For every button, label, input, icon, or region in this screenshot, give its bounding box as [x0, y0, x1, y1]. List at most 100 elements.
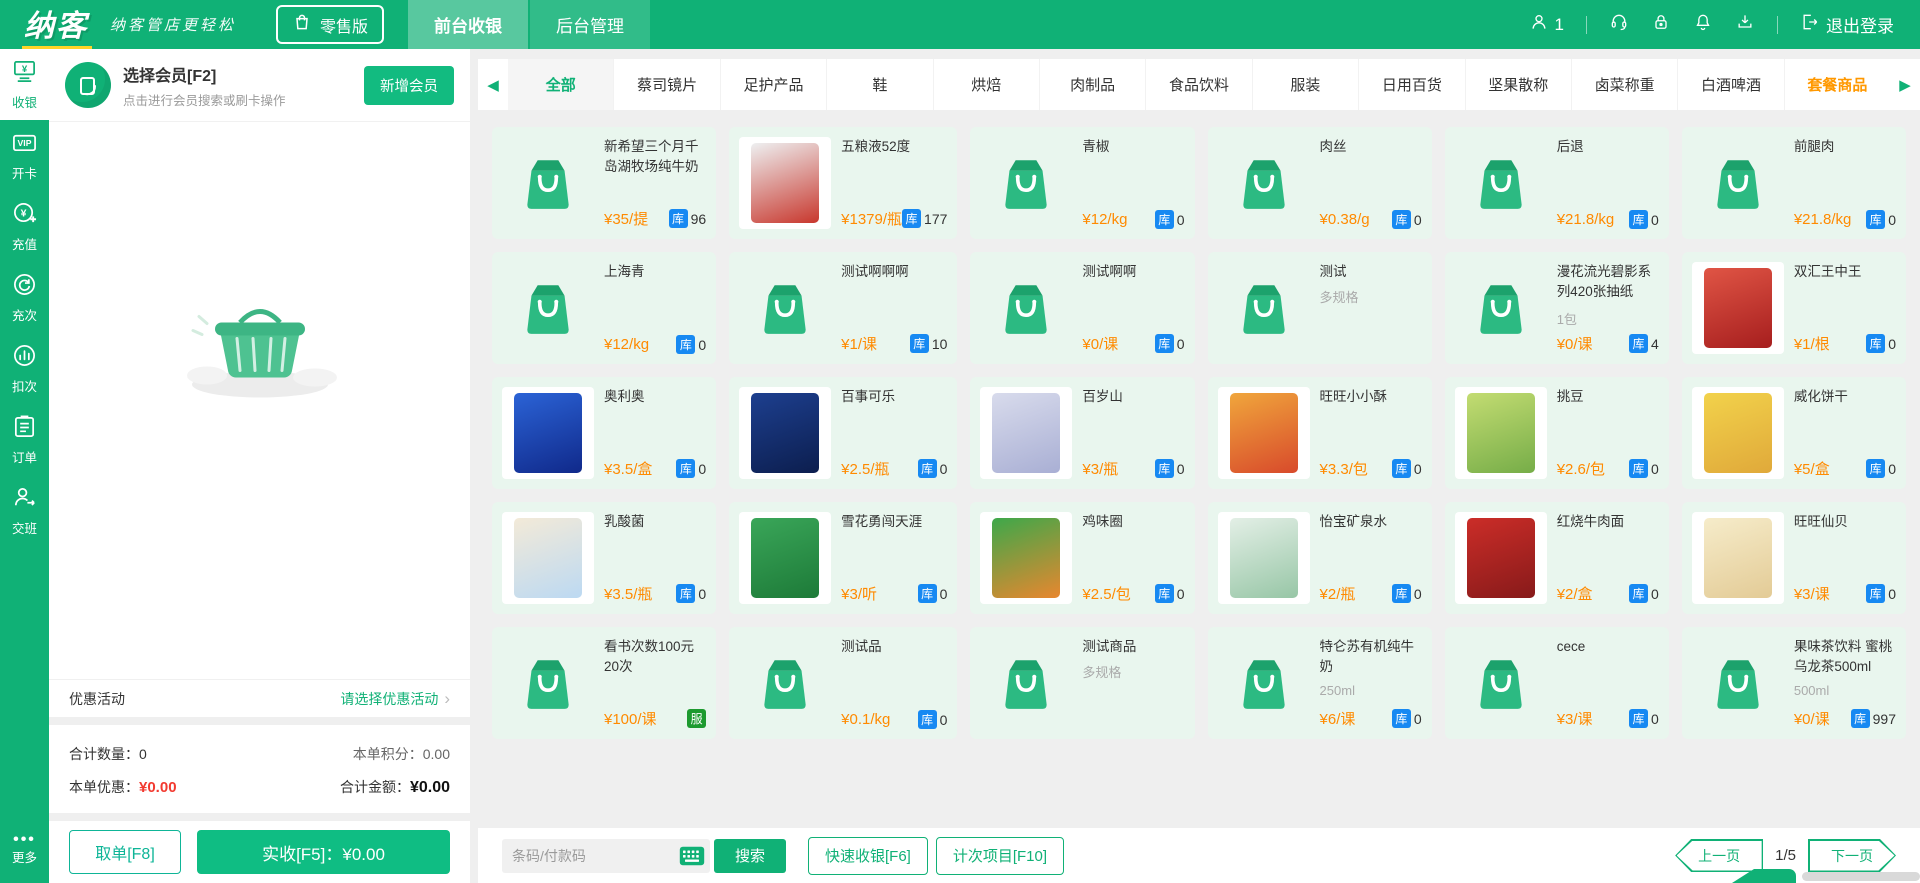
- category-tab[interactable]: 足护产品: [721, 59, 827, 110]
- category-tabs: 全部蔡司镜片足护产品鞋烘焙肉制品食品饮料服装日用百货坚果散称卤菜称重白酒啤酒套餐…: [508, 59, 1890, 110]
- category-tab[interactable]: 坚果散称: [1466, 59, 1572, 110]
- product-card[interactable]: 测试啊啊 ¥0/课 库 0: [970, 252, 1194, 364]
- product-image: [1455, 387, 1547, 479]
- sidebar-item-refill-times[interactable]: 充次: [0, 262, 49, 333]
- product-name: cece: [1557, 637, 1659, 657]
- category-tab[interactable]: 蔡司镜片: [614, 59, 720, 110]
- hold-order-button[interactable]: 取单[F8]: [69, 830, 181, 874]
- product-card[interactable]: 上海青 ¥12/kg 库 0: [492, 252, 716, 364]
- vip-card-icon: VIP: [12, 130, 37, 158]
- stock-badge-icon: 库: [1155, 459, 1174, 478]
- promo-select-link[interactable]: 请选择优惠活动 ›: [340, 689, 450, 709]
- checkout-button[interactable]: 实收[F5]：¥0.00: [197, 830, 450, 874]
- stock-badge-icon: 库: [910, 334, 929, 353]
- product-card[interactable]: 测试啊啊啊 ¥1/课 库 10: [729, 252, 957, 364]
- tab-back-management[interactable]: 后台管理: [530, 0, 650, 49]
- product-stock: 库 96: [669, 209, 707, 228]
- product-card[interactable]: 测试品 ¥0.1/kg 库 0: [729, 627, 957, 739]
- product-card[interactable]: 鸡味圈 ¥2.5/包 库 0: [970, 502, 1194, 614]
- support-button[interactable]: [1609, 12, 1629, 37]
- product-card[interactable]: 奥利奥 ¥3.5/盒 库 0: [492, 377, 716, 489]
- product-card[interactable]: 挑豆 ¥2.6/包 库 0: [1445, 377, 1669, 489]
- product-card[interactable]: 怡宝矿泉水 ¥2/瓶 库 0: [1208, 502, 1432, 614]
- product-card[interactable]: 旺旺小小酥 ¥3.3/包 库 0: [1208, 377, 1432, 489]
- logout-button[interactable]: 退出登录: [1800, 12, 1894, 37]
- category-tab[interactable]: 日用百货: [1359, 59, 1465, 110]
- sidebar-item-open-card[interactable]: VIP 开卡: [0, 120, 49, 191]
- keyboard-button[interactable]: [674, 839, 710, 873]
- product-image: [1218, 262, 1310, 354]
- add-member-button[interactable]: 新增会员: [364, 66, 454, 105]
- category-tab[interactable]: 肉制品: [1040, 59, 1146, 110]
- category-tab[interactable]: 食品饮料: [1146, 59, 1252, 110]
- stock-count: 0: [940, 712, 948, 728]
- product-card[interactable]: 威化饼干 ¥5/盒 库 0: [1682, 377, 1906, 489]
- product-card[interactable]: 看书次数100元20次 ¥100/课 服: [492, 627, 716, 739]
- product-card[interactable]: 双汇王中王 ¥1/根 库 0: [1682, 252, 1906, 364]
- notification-button[interactable]: [1693, 12, 1713, 37]
- select-member-bar[interactable]: 选择会员[F2] 点击进行会员搜索或刷卡操作 新增会员: [49, 49, 470, 122]
- barcode-input[interactable]: [502, 848, 674, 864]
- product-stock: 库 0: [918, 710, 948, 729]
- product-stock: 库 0: [676, 584, 706, 603]
- sidebar-item-cashier[interactable]: ¥ 收银: [0, 49, 49, 120]
- product-card[interactable]: 乳酸菌 ¥3.5/瓶 库 0: [492, 502, 716, 614]
- category-tab[interactable]: 白酒啤酒: [1678, 59, 1784, 110]
- user-count[interactable]: 1: [1529, 12, 1564, 37]
- product-card[interactable]: 后退 ¥21.8/kg 库 0: [1445, 127, 1669, 239]
- category-tab[interactable]: 套餐商品: [1785, 59, 1890, 110]
- placeholder-bag-icon: [1233, 652, 1295, 714]
- stock-count: 96: [691, 211, 707, 227]
- placeholder-bag-icon: [754, 277, 816, 339]
- category-tab[interactable]: 鞋: [827, 59, 933, 110]
- category-tab[interactable]: 全部: [508, 59, 614, 110]
- quick-cashier-button[interactable]: 快速收银[F6]: [808, 837, 928, 875]
- product-card[interactable]: 果味茶饮料 蜜桃乌龙茶500ml 500ml ¥0/课 库 997: [1682, 627, 1906, 739]
- sidebar-item-orders[interactable]: 订单: [0, 404, 49, 475]
- product-card[interactable]: cece ¥3/课 库 0: [1445, 627, 1669, 739]
- lock-button[interactable]: [1651, 12, 1671, 37]
- product-card[interactable]: 测试 多规格: [1208, 252, 1432, 364]
- download-button[interactable]: [1735, 12, 1755, 37]
- product-card[interactable]: 百岁山 ¥3/瓶 库 0: [970, 377, 1194, 489]
- count-item-button[interactable]: 计次项目[F10]: [936, 837, 1064, 875]
- next-page-button[interactable]: 下一页: [1808, 839, 1896, 872]
- product-name: 上海青: [604, 262, 706, 282]
- product-card[interactable]: 特仑苏有机纯牛奶 250ml ¥6/课 库 0: [1208, 627, 1432, 739]
- floating-widget-handle[interactable]: [1732, 869, 1796, 883]
- prev-page-button[interactable]: 上一页: [1675, 839, 1763, 872]
- orders-icon: [12, 414, 37, 442]
- category-tab[interactable]: 烘焙: [934, 59, 1040, 110]
- product-card[interactable]: 红烧牛肉面 ¥2/盒 库 0: [1445, 502, 1669, 614]
- category-scroll-right-icon[interactable]: ▶: [1890, 59, 1920, 110]
- search-button[interactable]: 搜索: [714, 839, 786, 873]
- horizontal-scrollbar[interactable]: [1802, 872, 1920, 881]
- product-card[interactable]: 前腿肉 ¥21.8/kg 库 0: [1682, 127, 1906, 239]
- product-card[interactable]: 漫花流光碧影系列420张抽纸LG420 1包 ¥0/课 库 4: [1445, 252, 1669, 364]
- category-tab[interactable]: 服装: [1253, 59, 1359, 110]
- stock-count: 177: [924, 211, 947, 227]
- product-stock: 库 0: [1629, 584, 1659, 603]
- product-card[interactable]: 青椒 ¥12/kg 库 0: [970, 127, 1194, 239]
- category-scroll-left-icon[interactable]: ◀: [478, 59, 508, 110]
- category-tab[interactable]: 卤菜称重: [1572, 59, 1678, 110]
- sidebar-item-label: 订单: [12, 447, 37, 466]
- header-tabs: 前台收银 后台管理: [408, 0, 652, 49]
- product-price: ¥12/kg: [1082, 211, 1127, 228]
- sidebar-item-shift[interactable]: 交班: [0, 475, 49, 546]
- sidebar-item-recharge[interactable]: ¥ 充值: [0, 191, 49, 262]
- product-card[interactable]: 新希望三个月千岛湖牧场纯牛奶 ¥35/提 库 96: [492, 127, 716, 239]
- stock-badge-icon: 库: [1629, 459, 1648, 478]
- sidebar-item-deduct-times[interactable]: 扣次: [0, 333, 49, 404]
- product-card[interactable]: 测试商品 多规格: [970, 627, 1194, 739]
- product-card[interactable]: 五粮液52度 ¥1379/瓶 库 177: [729, 127, 957, 239]
- stock-count: 0: [1888, 336, 1896, 352]
- sidebar-more-button[interactable]: ••• 更多: [0, 819, 49, 883]
- product-price: ¥1/根: [1794, 333, 1830, 354]
- sidebar-more-label: 更多: [12, 847, 37, 866]
- tab-front-cashier[interactable]: 前台收银: [408, 0, 528, 49]
- product-card[interactable]: 肉丝 ¥0.38/g 库 0: [1208, 127, 1432, 239]
- product-card[interactable]: 雪花勇闯天涯 ¥3/听 库 0: [729, 502, 957, 614]
- product-card[interactable]: 旺旺仙贝 ¥3/课 库 0: [1682, 502, 1906, 614]
- product-card[interactable]: 百事可乐 ¥2.5/瓶 库 0: [729, 377, 957, 489]
